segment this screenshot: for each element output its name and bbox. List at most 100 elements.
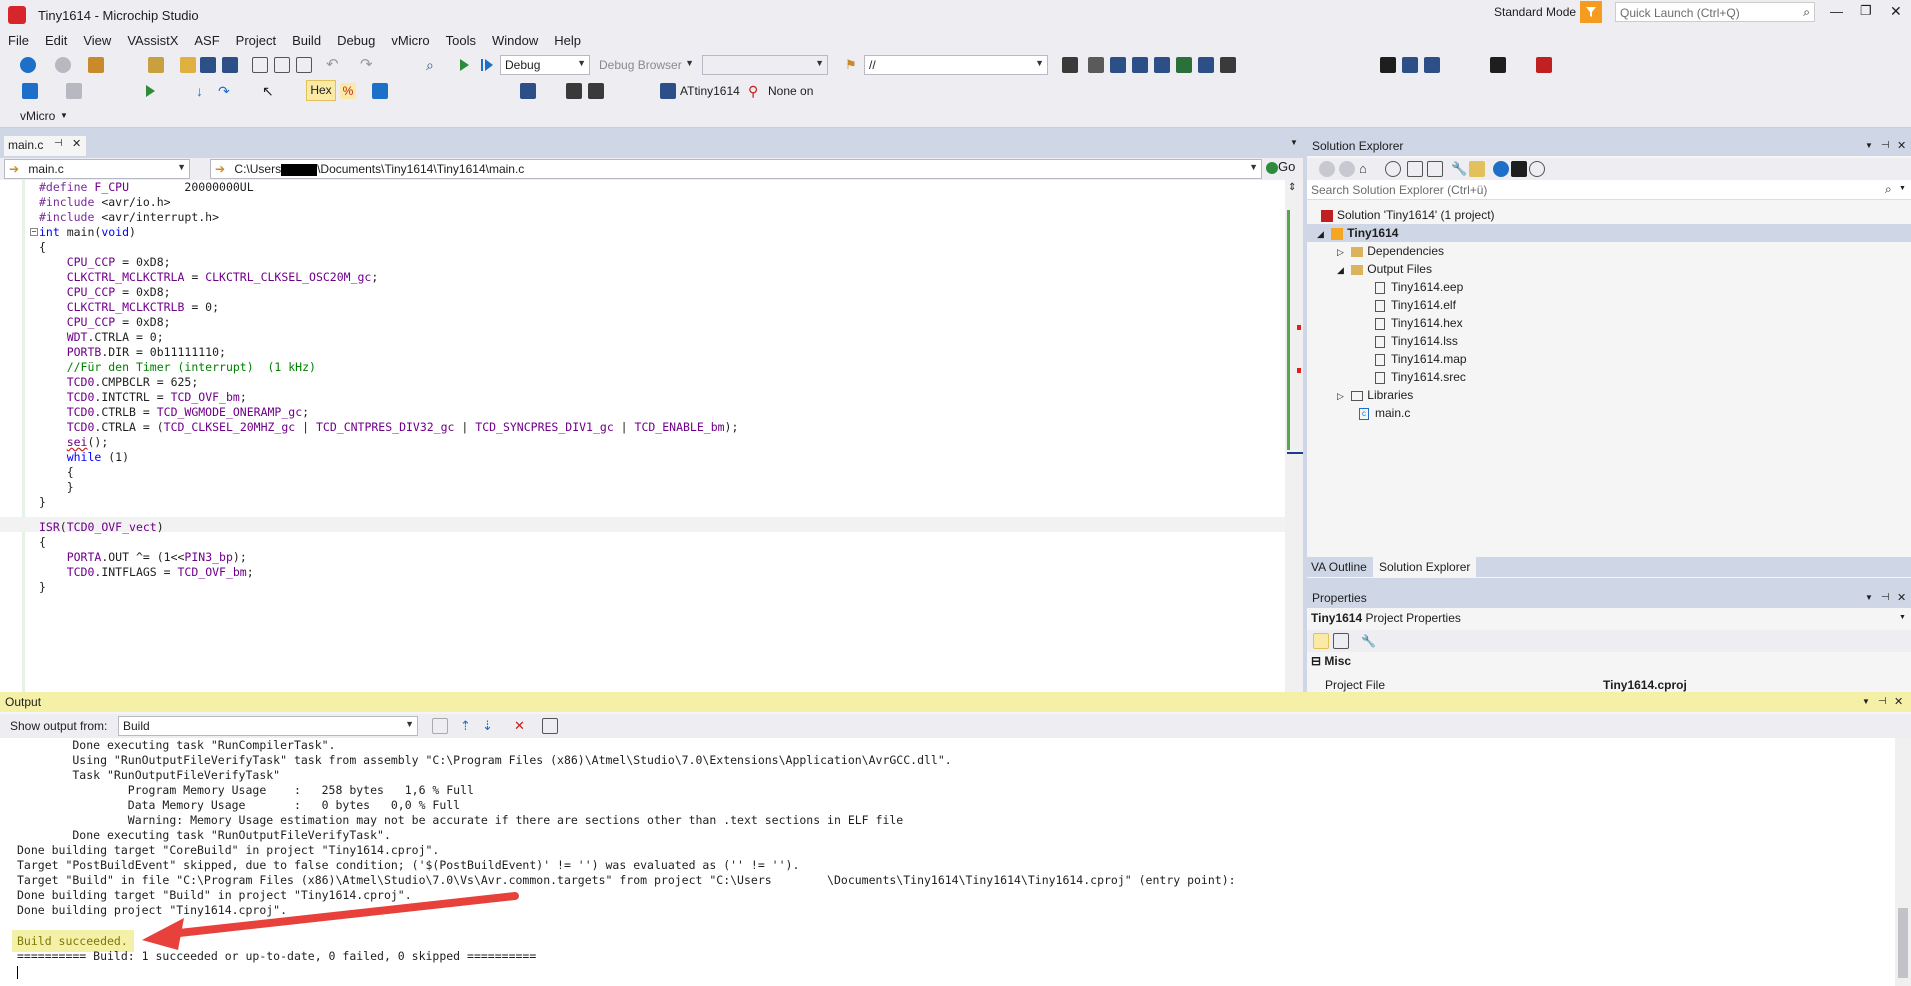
minimize-button[interactable]: — <box>1830 4 1843 19</box>
editor-scrollbar[interactable]: ⇕ <box>1285 180 1303 692</box>
collapse-icon[interactable]: ⊟ <box>1311 654 1321 668</box>
property-value[interactable]: Tiny1614.cproj <box>1603 678 1687 692</box>
output-scrollbar[interactable] <box>1895 738 1911 986</box>
break-all-icon[interactable] <box>22 83 38 99</box>
vmicro-menu[interactable]: vMicro <box>20 109 55 123</box>
fold-box-main[interactable]: − <box>30 228 38 236</box>
menu-help[interactable]: Help <box>546 30 589 48</box>
redo-icon[interactable]: ↷ <box>360 57 376 73</box>
back-icon[interactable] <box>20 57 36 73</box>
tree-item-file[interactable]: Tiny1614.elf <box>1375 296 1456 314</box>
hex-toggle-button[interactable]: Hex <box>306 80 336 101</box>
next-message-icon[interactable]: ⇣ <box>482 718 498 734</box>
find-combo[interactable]: // ▼ <box>864 55 1048 75</box>
close-icon[interactable]: ✕ <box>1897 588 1906 608</box>
stop-debugging-icon[interactable] <box>66 83 82 99</box>
output-text[interactable]: Done executing task "RunCompilerTask". U… <box>0 738 1895 986</box>
menu-asf[interactable]: ASF <box>186 30 227 48</box>
step-over-icon[interactable]: ↷ <box>218 83 234 99</box>
quick-launch-input[interactable]: Quick Launch (Ctrl+Q) ⌕ <box>1615 2 1815 22</box>
prev-message-icon[interactable]: ⇡ <box>460 718 476 734</box>
add-item-icon[interactable] <box>148 57 164 73</box>
tab-va-outline[interactable]: VA Outline <box>1311 560 1367 574</box>
menu-vassistx[interactable]: VAssistX <box>119 30 186 48</box>
vmicro-se-icon-2[interactable] <box>1511 161 1527 177</box>
word-wrap-icon[interactable] <box>542 718 558 734</box>
home-icon[interactable]: ⌂ <box>1359 161 1375 177</box>
restore-button[interactable]: ❐ <box>1860 3 1872 19</box>
tree-item-file[interactable]: Tiny1614.srec <box>1375 368 1466 386</box>
menu-project[interactable]: Project <box>228 30 284 48</box>
tree-item-project[interactable]: ◢ Tiny1614 <box>1307 224 1911 242</box>
step-into-icon[interactable]: ↓ <box>196 83 212 99</box>
close-icon[interactable]: ✕ <box>1897 136 1906 156</box>
tree-item-dependencies[interactable]: ▷ Dependencies <box>1337 242 1444 260</box>
properties-icon[interactable]: 🔧 <box>1451 161 1467 177</box>
menu-window[interactable]: Window <box>484 30 546 48</box>
pin-icon[interactable]: ⊣ <box>1881 588 1890 608</box>
tree-item-file[interactable]: Tiny1614.eep <box>1375 278 1463 296</box>
properties-category[interactable]: ⊟ Misc <box>1311 654 1351 668</box>
go-button[interactable]: Go <box>1266 159 1302 179</box>
memory-icon-1[interactable] <box>520 83 536 99</box>
tool-label[interactable]: None on <box>768 84 813 98</box>
categorized-icon[interactable] <box>1313 633 1329 649</box>
copy-icon[interactable] <box>274 57 290 73</box>
tab-main-c[interactable]: main.c ⊣ ✕ <box>4 136 86 156</box>
preview-icon[interactable] <box>1469 161 1485 177</box>
device-label[interactable]: ATtiny1614 <box>680 84 740 98</box>
chevron-down-icon[interactable]: ▼ <box>1862 692 1870 712</box>
cut-icon[interactable] <box>252 57 268 73</box>
go-to-error-icon[interactable] <box>432 718 448 734</box>
close-button[interactable]: ✕ <box>1890 3 1902 20</box>
chevron-down-icon[interactable]: ▼ <box>1865 588 1873 608</box>
find-icon[interactable]: ⌕ <box>426 57 442 73</box>
bookmark-icon[interactable] <box>1380 57 1396 73</box>
menu-edit[interactable]: Edit <box>37 30 75 48</box>
collapsed-icon[interactable]: ▷ <box>1337 247 1344 257</box>
collapse-all-icon[interactable] <box>1407 161 1423 177</box>
output-source-combo[interactable]: Build ▼ <box>118 716 418 736</box>
bookmark-clear-icon[interactable] <box>1536 57 1552 73</box>
vmicro-icon-5[interactable] <box>1198 57 1214 73</box>
menu-vmicro[interactable]: vMicro <box>383 30 437 48</box>
memory-icon-3[interactable] <box>588 83 604 99</box>
split-icon[interactable]: ⇕ <box>1288 182 1296 193</box>
path-combo[interactable]: ➔ C:\Users \Documents\Tiny1614\Tiny1614\m… <box>210 159 1262 179</box>
tree-item-output-files[interactable]: ◢ Output Files <box>1337 260 1432 278</box>
pin-icon[interactable]: ⊣ <box>1878 692 1887 712</box>
bookmark-prev-icon[interactable] <box>1402 57 1418 73</box>
code-editor[interactable]: − − #define F_CPU 20000000UL #include <a… <box>0 180 1295 692</box>
chevron-down-icon[interactable]: ▼ <box>1865 136 1873 156</box>
platform-combo[interactable]: ▼ <box>702 55 828 75</box>
menu-build[interactable]: Build <box>284 30 329 48</box>
expand-icon[interactable]: ◢ <box>1317 229 1324 239</box>
save-icon[interactable] <box>200 57 216 73</box>
continue-icon[interactable] <box>142 83 158 99</box>
tree-item-file[interactable]: Tiny1614.hex <box>1375 314 1463 332</box>
clear-all-icon[interactable]: ✕ <box>514 718 530 734</box>
chevron-down-icon[interactable]: ▼ <box>1290 138 1298 147</box>
debug-browser-combo[interactable]: Debug Browser ▼ <box>594 55 698 75</box>
run-to-cursor-icon[interactable]: ↖ <box>262 83 278 99</box>
bookmark-folder-icon[interactable] <box>1490 57 1506 73</box>
vmicro-icon-2[interactable] <box>1132 57 1148 73</box>
vmicro-icon-4[interactable] <box>1176 57 1192 73</box>
vmicro-icon-6[interactable] <box>1220 57 1236 73</box>
start-debugging-icon[interactable] <box>456 57 472 73</box>
tool-wrench-icon[interactable] <box>1088 57 1104 73</box>
solution-search-input[interactable]: Search Solution Explorer (Ctrl+ü) ⌕ ▼ <box>1307 180 1911 200</box>
processor-view-icon[interactable] <box>372 83 388 99</box>
collapsed-icon[interactable]: ▷ <box>1337 391 1344 401</box>
tree-item-libraries[interactable]: ▷ Libraries <box>1337 386 1413 404</box>
forward-icon[interactable] <box>55 57 71 73</box>
device-programming-icon[interactable] <box>1062 57 1078 73</box>
alphabetical-icon[interactable] <box>1333 633 1349 649</box>
pin-icon[interactable]: ⊣ <box>54 138 63 149</box>
tool-icon[interactable]: ⚲ <box>748 83 764 99</box>
tab-solution-explorer[interactable]: Solution Explorer <box>1373 557 1477 577</box>
menu-tools[interactable]: Tools <box>438 30 484 48</box>
menu-view[interactable]: View <box>75 30 119 48</box>
file-combo[interactable]: ➔ main.c ▼ <box>4 159 190 179</box>
open-icon[interactable] <box>180 57 196 73</box>
